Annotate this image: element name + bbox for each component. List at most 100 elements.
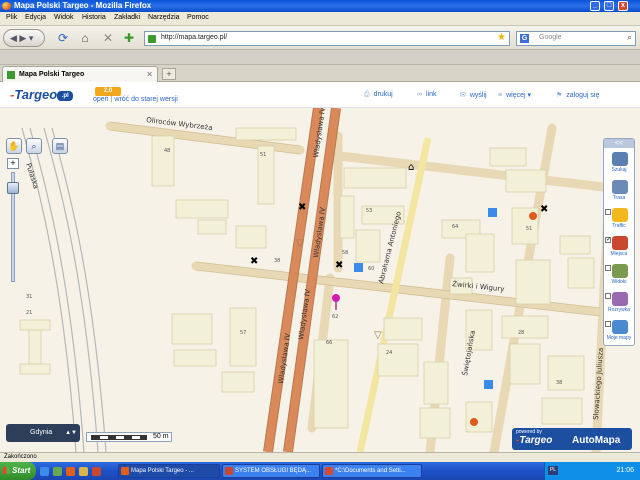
- more-icon: ≡: [498, 92, 503, 99]
- page-content: -Targeo .pl 2.0 opeń | wróć do starej wersj…: [0, 82, 640, 452]
- panel-item-views[interactable]: Widoki: [604, 263, 634, 289]
- svg-text:24: 24: [386, 350, 392, 356]
- svg-text:38: 38: [556, 380, 562, 386]
- location-pin-icon: [332, 294, 340, 302]
- search-icon: [612, 152, 628, 166]
- measure-icon[interactable]: ▤: [52, 138, 68, 154]
- svg-text:31: 31: [26, 294, 32, 300]
- taskbar: Start Mapa Polski Targeo - ... SYSTEM OB…: [0, 462, 640, 480]
- menu-file[interactable]: Plik: [6, 14, 17, 21]
- site-header: -Targeo .pl 2.0 opeń | wróć do starej wersj…: [0, 82, 640, 108]
- maximize-button[interactable]: □: [604, 1, 614, 11]
- restaurant-icon: ✖: [298, 202, 306, 213]
- svg-text:60: 60: [368, 266, 374, 272]
- shop-icon: [529, 212, 537, 220]
- zoom-lens-icon[interactable]: ⌕: [26, 138, 42, 154]
- old-version-link[interactable]: wróć do starej wersji: [114, 96, 177, 103]
- taskbar-item-firefox[interactable]: Mapa Polski Targeo - ...: [118, 464, 220, 478]
- window-title: Mapa Polski Targeo - Mozilla Firefox: [14, 1, 152, 10]
- reload-icon[interactable]: ⟳: [54, 30, 72, 46]
- svg-text:58: 58: [342, 250, 348, 256]
- taskbar-item-system[interactable]: SYSTEM OBSŁUGI BĘDĄ...: [222, 464, 320, 478]
- targeo-logo[interactable]: -Targeo .pl: [10, 87, 74, 102]
- panel-item-entertainment[interactable]: Rozrywka: [604, 291, 634, 317]
- folder-icon[interactable]: [79, 467, 88, 476]
- login-icon: ⚑: [556, 92, 563, 99]
- windows-flag-icon: [3, 467, 10, 474]
- search-icon[interactable]: ⌕: [627, 32, 632, 43]
- menu-tools[interactable]: Narzędzia: [148, 14, 180, 21]
- search-input[interactable]: G Google ⌕: [516, 31, 636, 46]
- language-indicator[interactable]: PL: [548, 466, 558, 475]
- scale-bar: 50 m: [86, 432, 172, 442]
- svg-text:57: 57: [240, 330, 246, 336]
- collapse-panel-button[interactable]: <<: [604, 139, 634, 148]
- menu-edit[interactable]: Edycja: [25, 14, 46, 21]
- city-selector[interactable]: Gdynia ▲▼: [6, 424, 80, 442]
- firefox-icon: [121, 467, 129, 475]
- print-button[interactable]: ⎙ drukuj: [364, 91, 393, 99]
- help-link[interactable]: opeń: [93, 96, 109, 103]
- print-icon: ⎙: [364, 91, 370, 98]
- ie-icon[interactable]: [40, 467, 49, 476]
- star-icon[interactable]: ★: [497, 32, 506, 43]
- url-text: http://mapa.targeo.pl/: [161, 34, 228, 41]
- menu-history[interactable]: Historia: [82, 14, 106, 21]
- fun-icon: [612, 292, 628, 306]
- map-tools: ✋ ⌕ ▤: [6, 138, 68, 158]
- triangle-marker-icon: ▽: [296, 238, 304, 249]
- tab-close-icon[interactable]: ✕: [146, 67, 153, 83]
- menu-bookmarks[interactable]: Zakładki: [114, 14, 140, 21]
- zoom-slider-thumb[interactable]: [7, 181, 19, 194]
- app-icon[interactable]: [92, 467, 101, 476]
- places-checkbox[interactable]: ✓: [605, 237, 611, 243]
- send-button[interactable]: ✉ wyślij: [460, 91, 487, 99]
- more-button[interactable]: ≡ więcej ▾: [498, 91, 531, 99]
- zoom-in-button[interactable]: +: [7, 158, 19, 169]
- stop-icon[interactable]: ✕: [99, 30, 117, 46]
- home-icon[interactable]: ⌂: [76, 30, 94, 46]
- panel-item-places[interactable]: ✓ Miejsca: [604, 235, 634, 261]
- menu-help[interactable]: Pomoc: [187, 14, 209, 21]
- bank-icon: [488, 208, 497, 217]
- start-button[interactable]: Start: [0, 462, 36, 480]
- pan-hand-icon[interactable]: ✋: [6, 138, 22, 154]
- svg-text:51: 51: [260, 152, 266, 158]
- search-placeholder: Google: [539, 34, 562, 41]
- panel-item-mymaps[interactable]: Moje mapy: [604, 319, 634, 345]
- firefox-icon[interactable]: [66, 467, 75, 476]
- mymaps-checkbox[interactable]: [605, 321, 611, 327]
- menu-view[interactable]: Widok: [54, 14, 73, 21]
- close-button[interactable]: x: [618, 1, 628, 11]
- views-checkbox[interactable]: [605, 265, 611, 271]
- restaurant-icon: ✖: [250, 256, 258, 267]
- map-canvas[interactable]: ✖ ✖ ✖ ✖ ⌂ ▽ ▽ Oliroców Wybrzeża Władysła…: [0, 108, 640, 452]
- chevron-down-icon: ▲▼: [65, 430, 77, 436]
- firefox-icon: [2, 2, 11, 10]
- back-forward-button[interactable]: ◀ ▶ ▾: [3, 29, 45, 47]
- new-tab-button[interactable]: +: [162, 68, 176, 80]
- taskbar-item-editor[interactable]: *C:\Documents and Setti...: [322, 464, 422, 478]
- bookmark-add-icon[interactable]: ✚: [120, 30, 138, 46]
- address-bar[interactable]: http://mapa.targeo.pl/ ★: [144, 31, 510, 46]
- entertainment-checkbox[interactable]: [605, 293, 611, 299]
- panel-item-route[interactable]: Trasa: [604, 179, 634, 205]
- tab-mapa-polski[interactable]: Mapa Polski Targeo ✕: [2, 66, 158, 83]
- link-icon: ∞: [417, 91, 422, 98]
- poi-icon: [612, 236, 628, 250]
- triangle-marker-icon: ▽: [374, 330, 382, 341]
- bank-icon: [354, 263, 363, 272]
- scale-value: 50 m: [153, 433, 169, 440]
- powered-by-logo[interactable]: powered by -Targeo AutoMapa: [512, 428, 632, 450]
- zoom-control: +: [7, 158, 19, 308]
- svg-text:21: 21: [26, 310, 32, 316]
- traffic-checkbox[interactable]: [605, 209, 611, 215]
- panel-item-search[interactable]: Szukaj: [604, 151, 634, 177]
- panel-item-traffic[interactable]: Traffic: [604, 207, 634, 233]
- link-button[interactable]: ∞ link: [417, 91, 437, 98]
- minimize-button[interactable]: _: [590, 1, 600, 11]
- desktop-icon[interactable]: [53, 467, 62, 476]
- login-button[interactable]: ⚑ zaloguj się: [556, 91, 599, 99]
- restaurant-icon: ✖: [335, 260, 343, 271]
- map-graphics[interactable]: ✖ ✖ ✖ ✖ ⌂ ▽ ▽ Oliroców Wybrzeża Władysła…: [0, 108, 640, 452]
